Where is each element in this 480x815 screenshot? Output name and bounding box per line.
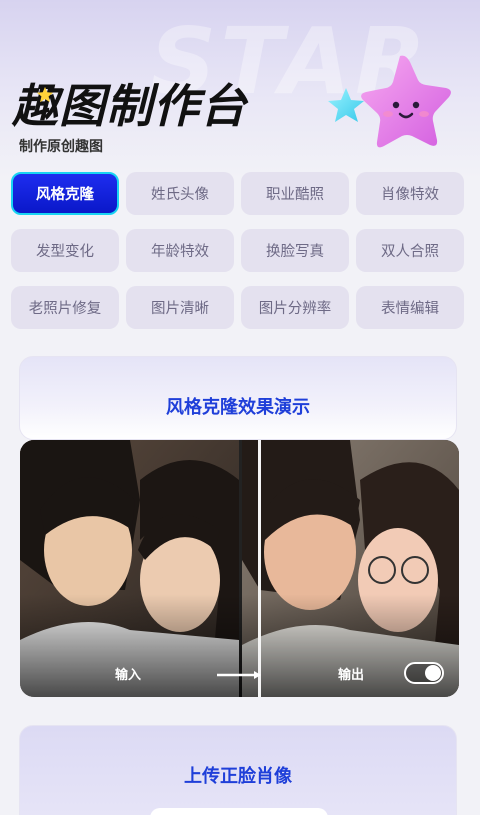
- input-label: 输入: [115, 668, 142, 683]
- category-grid: 风格克隆 姓氏头像 职业酷照 肖像特效 发型变化 年龄特效 换脸写真 双人合照 …: [11, 172, 465, 329]
- upload-button[interactable]: [150, 808, 328, 815]
- demo-image-comparison: [20, 440, 459, 697]
- compare-toggle[interactable]: [404, 662, 444, 684]
- page-subtitle: 制作原创趣图: [19, 139, 103, 155]
- title-star-icon: [36, 86, 54, 103]
- star-mascot-icon: [328, 55, 451, 148]
- demo-card-title: 风格克隆效果演示: [166, 397, 310, 418]
- category-chip-hairstyle-change[interactable]: 发型变化: [11, 229, 119, 272]
- comparison-divider[interactable]: [258, 440, 261, 697]
- category-chip-expression-edit[interactable]: 表情编辑: [356, 286, 464, 329]
- toggle-knob: [425, 665, 441, 681]
- upload-card: 上传正脸肖像: [19, 725, 457, 815]
- demo-card-header: 风格克隆效果演示: [19, 356, 457, 440]
- category-chip-surname-avatar[interactable]: 姓氏头像: [126, 172, 234, 215]
- upload-card-title: 上传正脸肖像: [184, 766, 292, 787]
- arrow-right-icon: [217, 671, 261, 679]
- output-label: 输出: [338, 668, 365, 683]
- category-chip-portrait-effects[interactable]: 肖像特效: [356, 172, 464, 215]
- category-chip-age-effects[interactable]: 年龄特效: [126, 229, 234, 272]
- category-chip-style-clone[interactable]: 风格克隆: [11, 172, 119, 215]
- category-chip-couple-photo[interactable]: 双人合照: [356, 229, 464, 272]
- category-chip-old-photo-restore[interactable]: 老照片修复: [11, 286, 119, 329]
- category-chip-image-resolution[interactable]: 图片分辨率: [241, 286, 349, 329]
- category-chip-face-swap[interactable]: 换脸写真: [241, 229, 349, 272]
- category-chip-image-clarity[interactable]: 图片清晰: [126, 286, 234, 329]
- demo-photo-illustration: [20, 440, 459, 697]
- category-chip-career-photo[interactable]: 职业酷照: [241, 172, 349, 215]
